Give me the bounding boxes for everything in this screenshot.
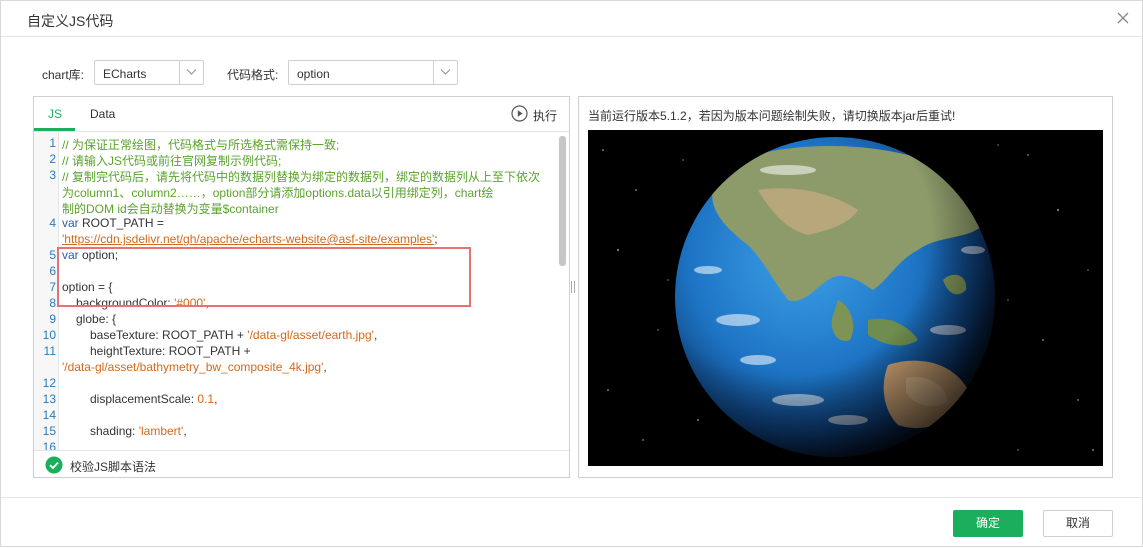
dialog-title-bar: 自定义JS代码 [1, 1, 1142, 37]
line-number: 16 [42, 440, 56, 450]
run-button[interactable]: 执行 [511, 105, 559, 123]
code-line: displacementScale: 0.1, [90, 392, 217, 406]
code-text: baseTexture: ROOT_PATH + [90, 328, 248, 342]
code-string: '/data-gl/asset/earth.jpg' [247, 328, 374, 342]
custom-js-dialog: 自定义JS代码 chart库: ECharts 代码格式: option JS … [0, 0, 1143, 547]
code-text: ROOT_PATH = [78, 216, 164, 230]
code-text: displacementScale: [90, 392, 198, 406]
code-line: baseTexture: ROOT_PATH + '/data-gl/asset… [90, 328, 377, 342]
tab-data[interactable]: Data [90, 107, 115, 121]
code-line: // 为保证正常绘图，代码格式与所选格式需保持一致; [62, 138, 340, 152]
code-line: 为column1、column2……，option部分请添加options.da… [62, 186, 494, 200]
code-format-value: option [297, 67, 330, 81]
code-line: globe: { [76, 312, 117, 326]
syntax-check-label: 校验JS脚本语法 [70, 460, 157, 474]
active-tab-indicator [34, 128, 75, 131]
check-circle-icon [45, 456, 63, 474]
line-number: 2 [49, 152, 56, 166]
line-number: 6 [49, 264, 56, 278]
run-label: 执行 [533, 109, 558, 123]
code-line: // 请输入JS代码或前往官网复制示例代码; [62, 154, 282, 168]
code-text: , [323, 360, 327, 374]
code-line: // 复制完代码后，请先将代码中的数据列替换为绑定的数据列，绑定的数据列从上至下… [62, 170, 541, 184]
play-icon [511, 105, 528, 122]
line-number: 11 [43, 344, 56, 358]
line-number: 15 [42, 424, 56, 438]
ok-button[interactable]: 确定 [953, 510, 1023, 537]
code-format-select[interactable]: option [288, 60, 458, 85]
code-format-label: 代码格式: [227, 68, 279, 82]
preview-panel: 当前运行版本5.1.2，若因为版本问题绘制失败，请切换版本jar后重试! [578, 96, 1113, 478]
code-text: , [183, 424, 187, 438]
globe-preview-canvas[interactable] [588, 130, 1103, 466]
chart-lib-label: chart库: [42, 68, 85, 82]
dialog-title: 自定义JS代码 [27, 13, 114, 29]
syntax-check-bar: 校验JS脚本语法 [34, 450, 569, 478]
line-number: 3 [49, 168, 56, 182]
code-text: ; [434, 232, 438, 246]
chart-lib-select[interactable]: ECharts [94, 60, 204, 85]
vertical-scrollbar[interactable] [559, 136, 566, 266]
code-editor-panel: JS Data 执行 1 2 3 4 5 6 7 8 9 10 11 12 13… [33, 96, 570, 478]
code-number: 0.1 [197, 392, 215, 406]
line-number-gutter: 1 2 3 4 5 6 7 8 9 10 11 12 13 14 15 16 [34, 132, 59, 450]
line-number: 10 [42, 328, 56, 342]
highlight-box [57, 247, 471, 307]
line-number: 1 [49, 136, 56, 150]
code-textarea[interactable]: 1 2 3 4 5 6 7 8 9 10 11 12 13 14 15 16 /… [34, 132, 569, 450]
code-text: , [214, 392, 218, 406]
code-text: , [373, 328, 378, 342]
cancel-button[interactable]: 取消 [1043, 510, 1113, 537]
line-number: 5 [49, 248, 56, 262]
code-line: 制的DOM id会自动替换为变量$container [62, 202, 279, 216]
line-number: 8 [49, 296, 56, 310]
chart-lib-value: ECharts [103, 67, 147, 81]
code-line: heightTexture: ROOT_PATH + [90, 344, 251, 358]
line-number: 13 [42, 392, 56, 406]
tab-js[interactable]: JS [48, 107, 62, 121]
version-note: 当前运行版本5.1.2，若因为版本问题绘制失败，请切换版本jar后重试! [588, 109, 956, 123]
code-line: var ROOT_PATH = [62, 216, 164, 230]
panel-resize-handle[interactable] [571, 281, 575, 293]
close-icon[interactable] [1114, 9, 1132, 27]
code-line: 'https://cdn.jsdelivr.net/gh/apache/echa… [62, 232, 438, 246]
editor-tabs: JS Data 执行 [34, 97, 569, 132]
code-keyword: var [62, 216, 79, 230]
line-number: 9 [49, 312, 56, 326]
chevron-down-icon[interactable] [179, 61, 203, 84]
line-number: 12 [42, 376, 56, 390]
line-number: 4 [49, 216, 56, 230]
globe-image [602, 137, 1094, 457]
code-line: '/data-gl/asset/bathymetry_bw_composite_… [62, 360, 327, 374]
line-number: 14 [42, 408, 56, 422]
code-url-string: 'https://cdn.jsdelivr.net/gh/apache/echa… [62, 232, 435, 246]
chevron-down-icon[interactable] [433, 61, 457, 84]
code-text: shading: [90, 424, 139, 438]
code-line: shading: 'lambert', [90, 424, 187, 438]
line-number: 7 [49, 280, 56, 294]
code-string: '/data-gl/asset/bathymetry_bw_composite_… [62, 360, 324, 374]
code-string: 'lambert' [138, 424, 184, 438]
